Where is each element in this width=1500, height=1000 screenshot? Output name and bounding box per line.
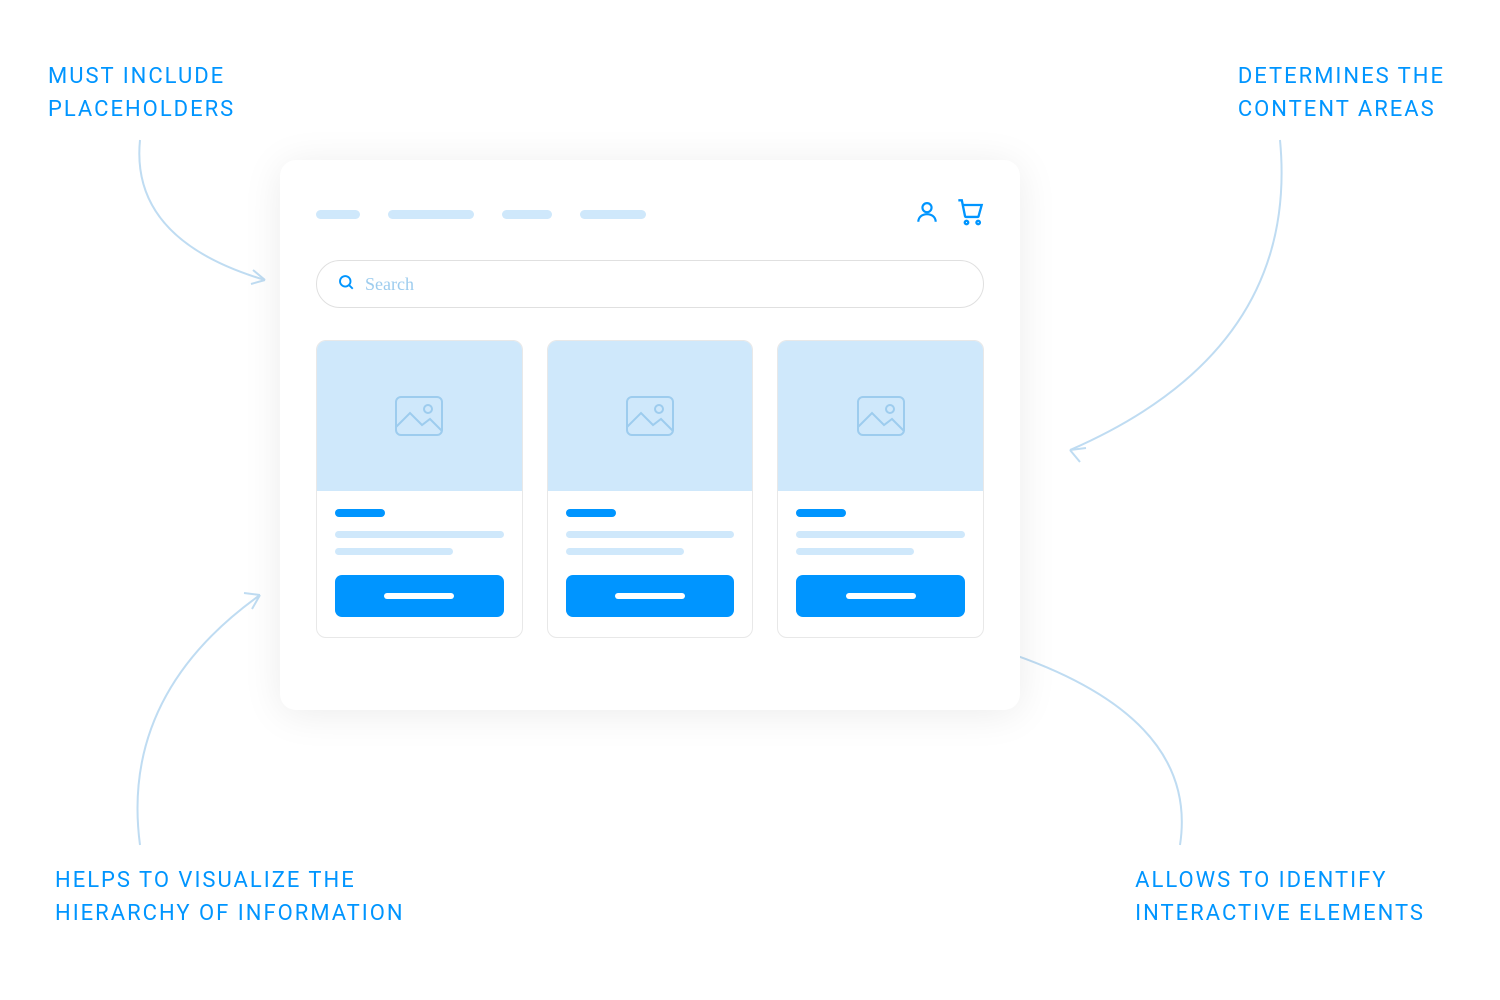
image-placeholder bbox=[317, 341, 522, 491]
search-icon bbox=[337, 273, 355, 295]
nav-bar bbox=[316, 198, 984, 230]
arrow-tr bbox=[1040, 130, 1300, 480]
text-placeholder bbox=[796, 531, 965, 538]
text-placeholder bbox=[566, 548, 684, 555]
title-placeholder bbox=[566, 509, 616, 517]
product-card bbox=[316, 340, 523, 638]
action-button[interactable] bbox=[796, 575, 965, 617]
text-placeholder bbox=[796, 548, 914, 555]
card-body bbox=[548, 491, 753, 637]
action-button[interactable] bbox=[566, 575, 735, 617]
button-label-placeholder bbox=[846, 593, 916, 599]
text-placeholder bbox=[335, 548, 453, 555]
card-body bbox=[317, 491, 522, 637]
title-placeholder bbox=[796, 509, 846, 517]
image-placeholder bbox=[548, 341, 753, 491]
nav-link-placeholder[interactable] bbox=[388, 210, 474, 219]
annotation-top-left: MUST INCLUDEPLACEHOLDERS bbox=[48, 60, 235, 126]
wireframe-container bbox=[280, 160, 1020, 710]
button-label-placeholder bbox=[615, 593, 685, 599]
arrow-bl bbox=[100, 575, 300, 855]
button-label-placeholder bbox=[384, 593, 454, 599]
annotation-bottom-left: HELPS TO VISUALIZE THEHIERARCHY OF INFOR… bbox=[55, 864, 405, 930]
nav-logo-placeholder bbox=[316, 210, 360, 219]
cart-icon[interactable] bbox=[956, 198, 984, 230]
text-placeholder bbox=[566, 531, 735, 538]
title-placeholder bbox=[335, 509, 385, 517]
annotation-top-right: DETERMINES THECONTENT AREAS bbox=[1238, 60, 1445, 126]
product-cards-row bbox=[316, 340, 984, 638]
nav-link-placeholder[interactable] bbox=[580, 210, 646, 219]
text-placeholder bbox=[335, 531, 504, 538]
product-card bbox=[547, 340, 754, 638]
search-input[interactable] bbox=[365, 274, 963, 295]
card-body bbox=[778, 491, 983, 637]
image-placeholder bbox=[778, 341, 983, 491]
search-bar[interactable] bbox=[316, 260, 984, 308]
action-button[interactable] bbox=[335, 575, 504, 617]
user-icon[interactable] bbox=[914, 199, 940, 229]
arrow-tl bbox=[120, 130, 300, 310]
product-card bbox=[777, 340, 984, 638]
annotation-bottom-right: ALLOWS TO IDENTIFYINTERACTIVE ELEMENTS bbox=[1135, 864, 1425, 930]
nav-link-placeholder[interactable] bbox=[502, 210, 552, 219]
